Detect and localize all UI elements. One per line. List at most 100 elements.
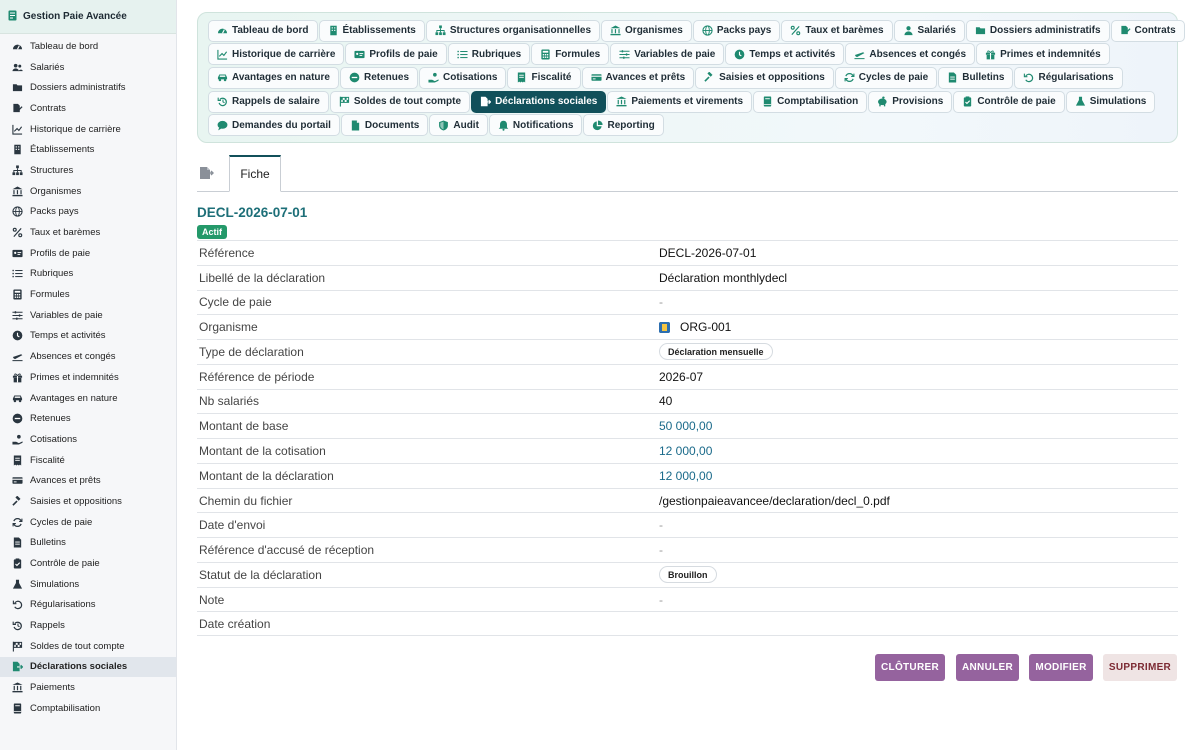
sidebar-item-label: Packs pays [30,206,79,218]
tab-label: Cotisations [443,72,498,84]
tab-primes-et-indemnites[interactable]: Primes et indemnités [976,43,1110,66]
tab-provisions[interactable]: Provisions [868,90,953,113]
tab-soldes-de-tout-compte[interactable]: Soldes de tout compte [329,90,471,113]
sidebar-item-label: Régularisations [30,599,96,611]
sidebar-item-retenues[interactable]: Retenues [0,408,176,429]
sidebar-item-comptabilisation[interactable]: Comptabilisation [0,698,176,719]
shield-icon [438,120,449,131]
organization-link[interactable]: ORG-001 [680,320,731,334]
sidebar-item-absences-et-conges[interactable]: Absences et congés [0,346,176,367]
sidebar-item-dossiers-administratifs[interactable]: Dossiers administratifs [0,77,176,98]
edit-button[interactable]: MODIFIER [1029,654,1093,681]
tab-paiements-et-virements[interactable]: Paiements et virements [607,90,753,113]
tab-avances-et-prets[interactable]: Avances et prêts [581,66,695,89]
field-label: Type de déclaration [199,344,304,359]
field-value[interactable]: ORG-001 [659,320,731,334]
tab-simulations[interactable]: Simulations [1065,90,1156,113]
sidebar-item-variables-de-paie[interactable]: Variables de paie [0,305,176,326]
sidebar-item-structures[interactable]: Structures [0,160,176,181]
tab-reporting[interactable]: Reporting [583,114,664,137]
tab-retenues[interactable]: Retenues [340,66,419,89]
tab-tableau-de-bord[interactable]: Tableau de bord [208,19,318,42]
sidebar-item-primes-et-indemnites[interactable]: Primes et indemnités [0,367,176,388]
sidebar-item-packs-pays[interactable]: Packs pays [0,202,176,223]
sidebar-item-label: Comptabilisation [30,702,101,714]
tab-demandes-du-portail[interactable]: Demandes du portail [208,114,340,137]
sidebar-item-rubriques[interactable]: Rubriques [0,264,176,285]
tabs-row: Avantages en nature Retenues Cotisations Fi… [208,66,1167,90]
sidebar-item-historique-de-carriere[interactable]: Historique de carrière [0,119,176,140]
tab-profils-de-paie[interactable]: Profils de paie [345,43,447,66]
bell-icon [498,120,509,131]
app-header[interactable]: Gestion Paie Avancée [0,0,176,34]
sidebar-item-soldes-de-tout-compte[interactable]: Soldes de tout compte [0,636,176,657]
sidebar-item-temps-et-activites[interactable]: Temps et activités [0,326,176,347]
tab-audit[interactable]: Audit [429,114,488,137]
sidebar-item-cycles-de-paie[interactable]: Cycles de paie [0,512,176,533]
tab-documents[interactable]: Documents [340,114,429,137]
tab-cycles-de-paie[interactable]: Cycles de paie [834,66,938,89]
tab-fiche[interactable]: Fiche [229,155,281,192]
tab-rappels-de-salaire[interactable]: Rappels de salaire [208,90,329,113]
tab-cotisations[interactable]: Cotisations [419,66,507,89]
cancel-button[interactable]: ANNULER [956,654,1019,681]
file-signature-icon [1120,25,1131,36]
plane-icon [11,351,23,363]
sidebar-item-regularisations[interactable]: Régularisations [0,595,176,616]
tab-declarations-sociales[interactable]: Déclarations sociales [471,90,607,113]
sidebar-item-rappels[interactable]: Rappels [0,615,176,636]
sidebar-item-label: Historique de carrière [30,123,121,135]
tab-etablissements[interactable]: Établissements [318,19,425,42]
tab-historique-de-carriere[interactable]: Historique de carrière [208,43,345,66]
tab-organismes[interactable]: Organismes [601,19,692,42]
sidebar-item-fiscalite[interactable]: Fiscalité [0,450,176,471]
sidebar-item-organismes[interactable]: Organismes [0,181,176,202]
tab-packs-pays[interactable]: Packs pays [692,19,781,42]
tab-structures-organisationnelles[interactable]: Structures organisationnelles [425,19,601,42]
tab-regularisations[interactable]: Régularisations [1014,66,1123,89]
gavel-icon [11,495,23,507]
sidebar-item-paiements[interactable]: Paiements [0,677,176,698]
tab-comptabilisation[interactable]: Comptabilisation [753,90,868,113]
tab-taux-et-baremes[interactable]: Taux et barèmes [781,19,893,42]
sidebar-item-label: Retenues [30,413,71,425]
delete-button[interactable]: SUPPRIMER [1103,654,1177,681]
sidebar-item-saisies-et-oppositions[interactable]: Saisies et oppositions [0,491,176,512]
file-export-icon[interactable] [199,166,215,180]
tab-avantages-en-nature[interactable]: Avantages en nature [208,66,339,89]
sidebar-item-taux-et-baremes[interactable]: Taux et barèmes [0,222,176,243]
sidebar-item-bulletins[interactable]: Bulletins [0,533,176,554]
sidebar-item-formules[interactable]: Formules [0,284,176,305]
tab-temps-et-activites[interactable]: Temps et activités [725,43,845,66]
tab-dossiers-administratifs[interactable]: Dossiers administratifs [965,19,1110,42]
tab-variables-de-paie[interactable]: Variables de paie [610,43,725,66]
sync-icon [844,72,855,83]
tab-saisies-et-oppositions[interactable]: Saisies et oppositions [695,66,834,89]
tab-controle-de-paie[interactable]: Contrôle de paie [953,90,1065,113]
tab-absences-et-conges[interactable]: Absences et congés [845,43,976,66]
sidebar-item-avantages-en-nature[interactable]: Avantages en nature [0,388,176,409]
close-declaration-button[interactable]: CLÔTURER [875,654,945,681]
tab-salaries[interactable]: Salariés [893,19,965,42]
tab-formules[interactable]: Formules [531,43,610,66]
sidebar-item-simulations[interactable]: Simulations [0,574,176,595]
field-label: Montant de base [199,419,289,434]
tab-bulletins[interactable]: Bulletins [938,66,1014,89]
sidebar-item-salaries[interactable]: Salariés [0,57,176,78]
tab-notifications[interactable]: Notifications [488,114,583,137]
sidebar-item-contrats[interactable]: Contrats [0,98,176,119]
sidebar-item-etablissements[interactable]: Établissements [0,139,176,160]
sidebar-item-declarations-sociales[interactable]: Déclarations sociales [0,656,176,678]
sidebar-item-cotisations[interactable]: Cotisations [0,429,176,450]
sidebar-item-avances-et-prets[interactable]: Avances et prêts [0,470,176,491]
tab-label: Structures organisationnelles [449,25,592,37]
field-label: Référence de période [199,369,315,384]
tab-contrats[interactable]: Contrats [1110,19,1185,42]
sidebar-item-profils-de-paie[interactable]: Profils de paie [0,243,176,264]
sidebar-item-controle-de-paie[interactable]: Contrôle de paie [0,553,176,574]
tab-fiscalite[interactable]: Fiscalité [507,66,581,89]
tab-rubriques[interactable]: Rubriques [447,43,531,66]
sidebar-item-tableau-de-bord[interactable]: Tableau de bord [0,36,176,57]
value-chip: Déclaration mensuelle [659,343,773,361]
tab-label: Temps et activités [749,48,836,60]
